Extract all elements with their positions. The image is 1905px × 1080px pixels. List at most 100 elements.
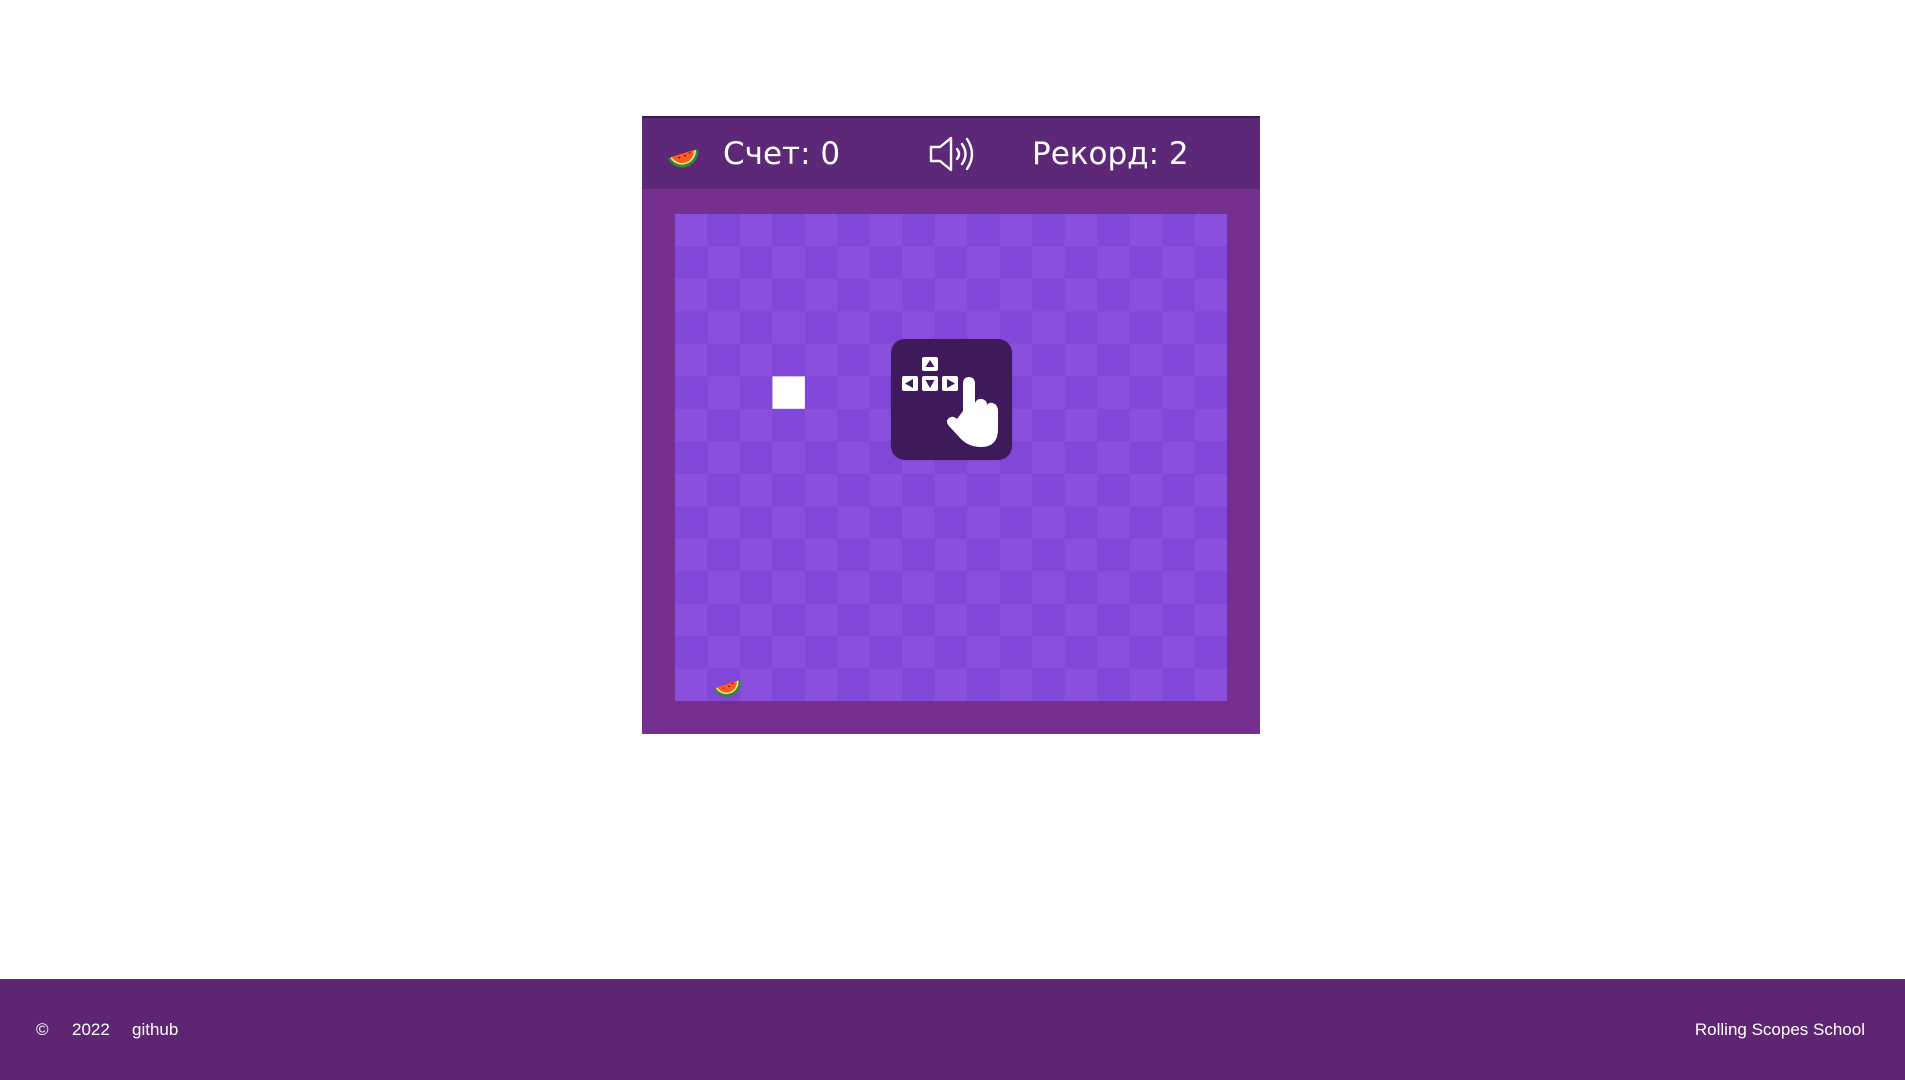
board-cell <box>1162 246 1196 280</box>
board-cell <box>967 278 1001 312</box>
board-cell <box>967 214 1001 247</box>
board-cell <box>1162 636 1196 670</box>
board-cell <box>999 668 1033 701</box>
board-cell <box>902 538 936 572</box>
board-cell <box>707 408 741 442</box>
board-cell <box>707 278 741 312</box>
board-cell <box>934 636 968 670</box>
board-cell <box>934 668 968 701</box>
board-cell <box>804 441 838 475</box>
board-cell <box>837 343 871 377</box>
board-cell <box>1194 506 1227 540</box>
game-board[interactable] <box>675 214 1227 701</box>
board-cell <box>1097 571 1131 605</box>
board-cell <box>1097 506 1131 540</box>
board-cell <box>1194 441 1227 475</box>
board-cell <box>902 473 936 507</box>
board-cell <box>1097 214 1131 247</box>
board-cell <box>999 636 1033 670</box>
board-cell <box>675 473 708 507</box>
board-cell <box>772 603 806 637</box>
board-cell <box>772 473 806 507</box>
board-cell <box>1129 538 1163 572</box>
board-cell <box>707 538 741 572</box>
board-cell <box>804 603 838 637</box>
board-cell <box>675 246 708 280</box>
board-cell <box>1129 343 1163 377</box>
board-cell <box>1194 376 1227 410</box>
board-cell <box>934 571 968 605</box>
board-cell <box>772 668 806 701</box>
board-cell <box>707 473 741 507</box>
board-cell <box>1097 603 1131 637</box>
speaker-icon[interactable] <box>927 132 979 176</box>
board-cell <box>1032 538 1066 572</box>
board-cell <box>1129 376 1163 410</box>
board-cell <box>869 214 903 247</box>
board-cell <box>804 668 838 701</box>
board-cell <box>934 214 968 247</box>
board-cell <box>902 636 936 670</box>
board-cell <box>1032 278 1066 312</box>
board-cell <box>1032 668 1066 701</box>
board-cell <box>1064 473 1098 507</box>
board-cell <box>1032 636 1066 670</box>
board-cell <box>739 506 773 540</box>
board-cell <box>804 214 838 247</box>
board-cell <box>675 668 708 701</box>
board-cell <box>967 603 1001 637</box>
board-cell <box>1162 343 1196 377</box>
score-display: Счет: 0 <box>723 136 840 172</box>
board-cell <box>1032 246 1066 280</box>
board-cell <box>837 603 871 637</box>
board-cell <box>1194 343 1227 377</box>
board-cell <box>869 506 903 540</box>
board-cell <box>739 603 773 637</box>
arrow-keys-hand-icon <box>902 357 998 447</box>
board-cell <box>1097 441 1131 475</box>
board-cell <box>1097 668 1131 701</box>
board-cell <box>999 571 1033 605</box>
board-cell <box>869 668 903 701</box>
board-cell <box>902 278 936 312</box>
board-cell <box>837 278 871 312</box>
board-cell <box>967 473 1001 507</box>
board-cell <box>772 343 806 377</box>
board-cell <box>999 506 1033 540</box>
record-value: 2 <box>1168 136 1189 172</box>
board-cell <box>675 571 708 605</box>
board-cell <box>804 636 838 670</box>
board-cell <box>934 506 968 540</box>
board-cell <box>934 246 968 280</box>
board-cell <box>804 571 838 605</box>
board-cell <box>869 278 903 312</box>
board-cell <box>1129 246 1163 280</box>
board-cell <box>772 311 806 345</box>
board-cell <box>1064 214 1098 247</box>
board-cell <box>1194 214 1227 247</box>
board-cell <box>1129 278 1163 312</box>
game-container: Счет: 0 Рекорд: 2 <box>642 116 1260 734</box>
board-cell <box>1064 246 1098 280</box>
board-cell <box>869 636 903 670</box>
board-cell <box>837 441 871 475</box>
board-cell <box>772 214 806 247</box>
board-cell <box>739 376 773 410</box>
board-cell <box>837 214 871 247</box>
board-cell <box>804 538 838 572</box>
controls-hint <box>891 339 1012 460</box>
board-cell <box>999 246 1033 280</box>
board-cell <box>1194 278 1227 312</box>
board-cell <box>934 538 968 572</box>
board-cell <box>675 441 708 475</box>
board-cell <box>772 538 806 572</box>
board-cell <box>1162 311 1196 345</box>
github-link[interactable]: github <box>132 1020 178 1040</box>
rolling-scopes-school-link[interactable]: Rolling Scopes School <box>1695 1020 1865 1040</box>
board-cell <box>1194 473 1227 507</box>
board-cell <box>967 668 1001 701</box>
board-cell <box>675 311 708 345</box>
board-cell <box>1129 214 1163 247</box>
board-cell <box>1162 538 1196 572</box>
board-cell <box>1129 636 1163 670</box>
